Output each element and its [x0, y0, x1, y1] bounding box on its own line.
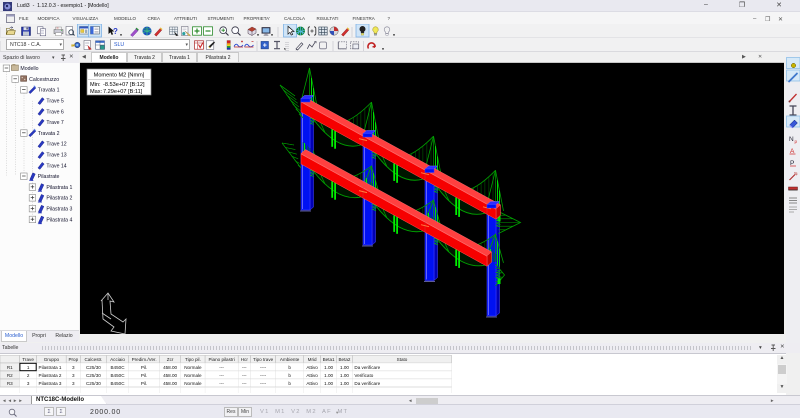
svg-text:B450C: B450C	[110, 365, 125, 370]
svg-text:Pilastrata 2: Pilastrata 2	[39, 373, 62, 378]
svg-text:---: ---	[219, 381, 224, 386]
svg-text:Beta2: Beta2	[338, 357, 350, 362]
svg-text:Pilastrata 2: Pilastrata 2	[46, 196, 72, 202]
svg-text:7.29e+07 [B:11]: 7.29e+07 [B:11]	[103, 89, 143, 95]
svg-text:-8.53e+07 [B:12]: -8.53e+07 [B:12]	[103, 82, 145, 88]
svg-text:C25/30: C25/30	[86, 373, 101, 378]
svg-text:Travata 1: Travata 1	[38, 88, 60, 94]
svg-text:3: 3	[72, 365, 75, 370]
svg-text:R2: R2	[7, 373, 13, 378]
svg-text:---: ---	[242, 381, 247, 386]
svg-text:Piano pilastri: Piano pilastri	[208, 357, 234, 362]
svg-text:Travata 2: Travata 2	[38, 131, 60, 137]
svg-text:---: ---	[219, 373, 224, 378]
svg-text:b: b	[288, 373, 291, 378]
svg-text:Pilastrata 3: Pilastrata 3	[46, 207, 72, 213]
svg-text:3: 3	[27, 381, 30, 386]
svg-text:3: 3	[72, 373, 75, 378]
svg-text:Predim./Ver.: Predim./Ver.	[132, 357, 157, 362]
svg-text:Normale: Normale	[184, 373, 202, 378]
svg-text:2: 2	[27, 373, 30, 378]
svg-text:Pilastrate: Pilastrate	[38, 174, 60, 180]
svg-text:B450C: B450C	[110, 373, 125, 378]
svg-text:Tipo trave: Tipo trave	[253, 357, 274, 362]
svg-text:Trave 13: Trave 13	[46, 153, 66, 159]
svg-text:Da verificare: Da verificare	[354, 365, 380, 370]
svg-text:Trave 7: Trave 7	[46, 120, 64, 126]
svg-text:Beta1: Beta1	[323, 357, 335, 362]
svg-text:Da verificare: Da verificare	[354, 381, 380, 386]
svg-text:Min:: Min:	[90, 82, 101, 88]
svg-text:458.00: 458.00	[163, 373, 177, 378]
svg-text:---: ---	[242, 373, 247, 378]
svg-text:Ambiente: Ambiente	[280, 357, 300, 362]
svg-text:b: b	[288, 365, 291, 370]
svg-text:---: ---	[219, 365, 224, 370]
svg-text:1.00: 1.00	[340, 365, 349, 370]
svg-text:Mrid: Mrid	[308, 357, 317, 362]
svg-text:Pilastrata 3: Pilastrata 3	[39, 381, 62, 386]
svg-text:----: ----	[260, 373, 267, 378]
svg-text:1.00: 1.00	[340, 381, 349, 386]
svg-text:Verificato: Verificato	[354, 373, 373, 378]
svg-text:Trave 5: Trave 5	[46, 99, 64, 105]
svg-text:Modello: Modello	[20, 66, 38, 72]
svg-text:Zcr: Zcr	[167, 357, 174, 362]
svg-text:---: ---	[242, 365, 247, 370]
svg-text:B450C: B450C	[110, 381, 125, 386]
svg-text:Normale: Normale	[184, 365, 202, 370]
svg-text:Attivo: Attivo	[306, 381, 318, 386]
svg-text:1: 1	[27, 365, 30, 370]
svg-text:C25/30: C25/30	[86, 381, 101, 386]
svg-text:Pil.: Pil.	[141, 365, 147, 370]
svg-text:1.00: 1.00	[324, 365, 333, 370]
svg-text:C25/30: C25/30	[86, 365, 101, 370]
svg-text:b: b	[288, 381, 291, 386]
svg-text:Prop: Prop	[68, 357, 78, 362]
svg-text:Trave 14: Trave 14	[46, 163, 66, 169]
svg-text:?: ?	[113, 27, 118, 36]
svg-text:Normale: Normale	[184, 381, 202, 386]
svg-text:Acciaio: Acciaio	[110, 357, 125, 362]
svg-text:----: ----	[260, 365, 267, 370]
svg-text:R3: R3	[7, 381, 13, 386]
svg-text:Calcestruzzo: Calcestruzzo	[29, 77, 59, 83]
svg-text:Gruppo: Gruppo	[44, 357, 60, 362]
svg-text:N: N	[789, 136, 794, 143]
svg-text:Calcestr.: Calcestr.	[84, 357, 102, 362]
svg-text:Attivo: Attivo	[306, 365, 318, 370]
svg-text:Tipo pil.: Tipo pil.	[185, 357, 201, 362]
svg-text:Max:: Max:	[90, 89, 103, 95]
svg-text:1.00: 1.00	[324, 373, 333, 378]
svg-text:458.00: 458.00	[163, 365, 177, 370]
svg-text:Momento M2 [Nmm]: Momento M2 [Nmm]	[94, 72, 145, 78]
svg-text:Stato: Stato	[397, 357, 408, 362]
svg-text:Pil.: Pil.	[141, 381, 147, 386]
svg-text:Hcr: Hcr	[241, 357, 249, 362]
svg-text:Trave: Trave	[22, 357, 34, 362]
svg-text:Trave 6: Trave 6	[46, 109, 64, 115]
svg-text:Pil.: Pil.	[141, 373, 147, 378]
svg-text:Pilastrata 1: Pilastrata 1	[39, 365, 62, 370]
svg-text:Attivo: Attivo	[306, 373, 318, 378]
svg-text:R1: R1	[7, 365, 13, 370]
svg-text:1.00: 1.00	[324, 381, 333, 386]
svg-text:p: p	[795, 139, 798, 144]
svg-text:458.00: 458.00	[163, 381, 177, 386]
svg-text:Pilastrata 4: Pilastrata 4	[46, 217, 72, 223]
svg-text:3: 3	[72, 381, 75, 386]
svg-text:Pilastrata 1: Pilastrata 1	[46, 185, 72, 191]
svg-text:Trave 12: Trave 12	[46, 142, 66, 148]
svg-text:1.00: 1.00	[340, 373, 349, 378]
svg-text:----: ----	[260, 381, 267, 386]
